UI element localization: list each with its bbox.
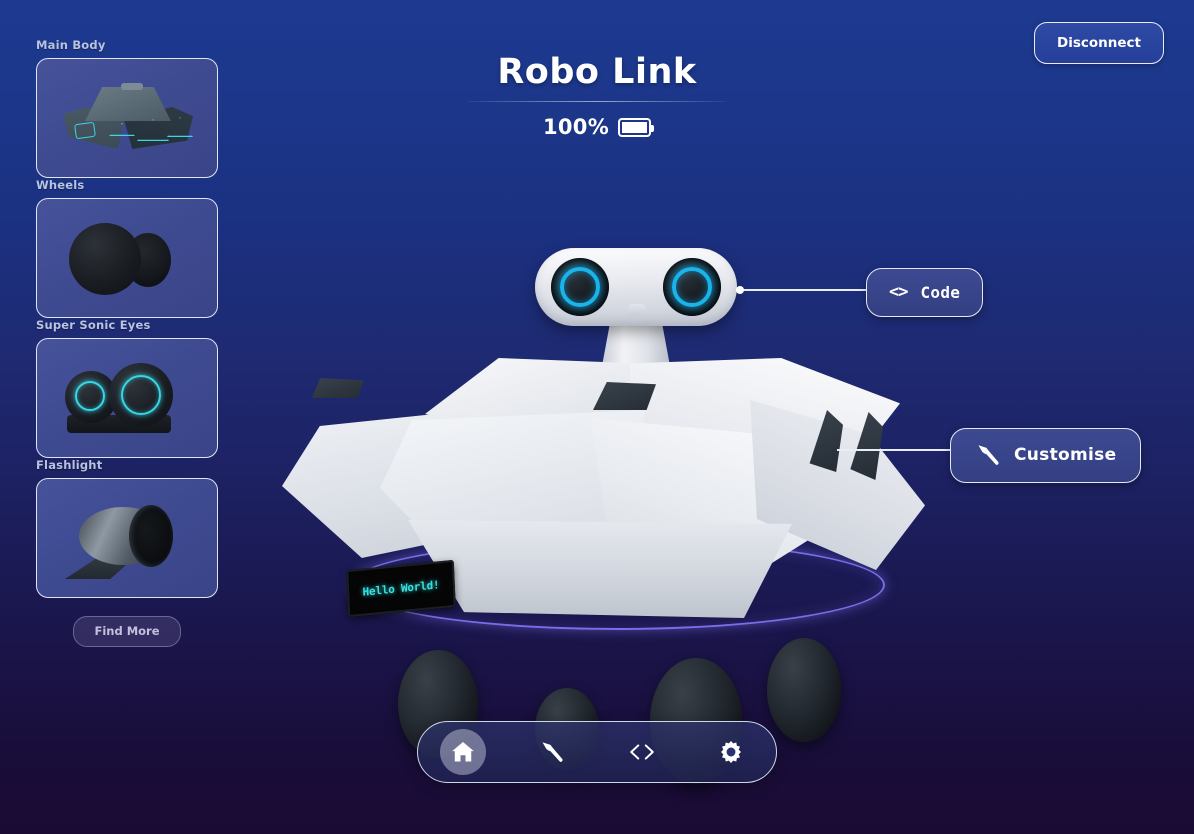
robot-eye-right bbox=[663, 258, 721, 316]
hammer-icon bbox=[539, 739, 565, 765]
robot-lcd-screen[interactable]: Hello World! bbox=[346, 559, 456, 618]
callout-connector-code bbox=[736, 286, 868, 294]
eye-ring-right bbox=[672, 267, 712, 307]
sidebar-part-wheels[interactable]: Wheels bbox=[36, 178, 218, 318]
title-divider bbox=[468, 101, 726, 102]
customise-button-label: Customise bbox=[1014, 445, 1117, 465]
nav-item-customise[interactable] bbox=[529, 729, 575, 775]
parts-sidebar: Main Body Wheels Super Sonic Eyes Flashl… bbox=[36, 38, 218, 647]
chassis-panel-skirt bbox=[408, 520, 792, 618]
code-button[interactable]: <> Code bbox=[866, 268, 984, 317]
robot-stage: Hello World! bbox=[250, 170, 955, 784]
customise-button[interactable]: Customise bbox=[950, 428, 1142, 483]
nav-item-settings[interactable] bbox=[708, 729, 754, 775]
part-label-flashlight: Flashlight bbox=[36, 458, 103, 472]
robot-head[interactable] bbox=[535, 248, 737, 326]
nav-item-code[interactable] bbox=[619, 729, 665, 775]
home-icon bbox=[450, 739, 476, 765]
disconnect-button[interactable]: Disconnect bbox=[1034, 22, 1164, 64]
part-card-flashlight[interactable] bbox=[36, 478, 218, 598]
sidebar-part-flashlight[interactable]: Flashlight bbox=[36, 458, 218, 598]
robot-eyes-thumbnail bbox=[37, 339, 217, 457]
battery-fill bbox=[620, 120, 649, 135]
robot-wheel-rear-right bbox=[767, 638, 841, 742]
part-label-wheels: Wheels bbox=[36, 178, 85, 192]
part-label-main-body: Main Body bbox=[36, 38, 106, 52]
battery-full-icon bbox=[618, 117, 655, 137]
find-more-container: Find More bbox=[36, 616, 218, 647]
find-more-button[interactable]: Find More bbox=[73, 616, 181, 647]
robot-head-nub bbox=[628, 304, 646, 316]
robot-body-thumbnail bbox=[37, 59, 217, 177]
angle-brackets-icon bbox=[627, 739, 657, 765]
part-card-super-sonic-eyes[interactable] bbox=[36, 338, 218, 458]
code-button-label: Code bbox=[920, 282, 961, 302]
part-card-main-body[interactable] bbox=[36, 58, 218, 178]
eye-ring-left bbox=[560, 267, 600, 307]
robot-flashlight-thumbnail bbox=[37, 479, 217, 597]
robot-wheels-thumbnail bbox=[37, 199, 217, 317]
sidebar-part-super-sonic-eyes[interactable]: Super Sonic Eyes bbox=[36, 318, 218, 458]
robot-eye-left bbox=[551, 258, 609, 316]
robot-chassis[interactable]: Hello World! bbox=[250, 350, 950, 784]
lcd-screen-text: Hello World! bbox=[362, 578, 440, 599]
chassis-vent-top-left bbox=[312, 378, 364, 398]
callout-connector-customise bbox=[837, 449, 955, 451]
gear-icon bbox=[718, 739, 744, 765]
part-card-wheels[interactable] bbox=[36, 198, 218, 318]
bottom-navigation-bar bbox=[417, 721, 777, 783]
hammer-icon bbox=[975, 442, 1001, 468]
sidebar-part-main-body[interactable]: Main Body bbox=[36, 38, 218, 178]
nav-item-home[interactable] bbox=[439, 729, 486, 775]
part-label-super-sonic-eyes: Super Sonic Eyes bbox=[36, 318, 151, 332]
connector-dot-code bbox=[736, 286, 744, 294]
battery-percent-label: 100% bbox=[542, 115, 610, 139]
angle-brackets-icon: <> bbox=[889, 282, 909, 302]
